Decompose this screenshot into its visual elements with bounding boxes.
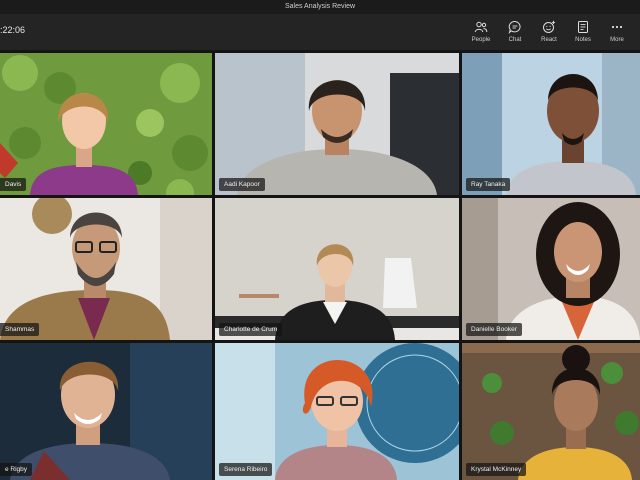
- participant-name: Shammas: [0, 323, 40, 336]
- more-label: More: [610, 37, 624, 43]
- react-icon: [543, 20, 556, 33]
- notes-label: Notes: [575, 37, 591, 43]
- chat-icon: [508, 20, 521, 34]
- video-tile[interactable]: Charlotte de Crum: [215, 198, 459, 340]
- more-icon: [611, 25, 623, 29]
- people-button[interactable]: People: [464, 18, 498, 48]
- people-icon: [474, 21, 488, 33]
- video-tile[interactable]: Aadi Kapoor: [215, 53, 459, 195]
- react-label: React: [541, 37, 557, 43]
- participant-name: e Rigby: [0, 463, 33, 476]
- video-tile[interactable]: Danielle Booker: [462, 198, 640, 340]
- participant-video: [215, 198, 459, 340]
- people-label: People: [471, 37, 491, 43]
- meeting-timer: :22:06: [0, 25, 26, 35]
- video-tile[interactable]: Krystal McKinney: [462, 343, 640, 480]
- video-tile[interactable]: Ray Tanaka: [462, 53, 640, 195]
- participant-video: [0, 343, 212, 480]
- notes-button[interactable]: Notes: [566, 18, 600, 48]
- participant-avatar: [215, 343, 459, 480]
- participant-video: [462, 198, 640, 340]
- window-title: Sales Analysis Review: [0, 0, 640, 14]
- participant-video: [0, 198, 212, 340]
- chat-button[interactable]: Chat: [498, 18, 532, 48]
- participant-name: Danielle Booker: [466, 323, 522, 336]
- meeting-toolbar: :22:06 People Chat React Notes More: [0, 14, 640, 50]
- participant-avatar: [0, 53, 212, 195]
- toolbar-actions: People Chat React Notes More: [464, 18, 634, 48]
- video-tile[interactable]: Shammas: [0, 198, 212, 340]
- participant-name: Charlotte de Crum: [219, 323, 283, 336]
- participant-name: Aadi Kapoor: [219, 178, 265, 191]
- participant-name: Krystal McKinney: [466, 463, 527, 476]
- participant-avatar: [462, 343, 640, 480]
- notes-icon: [578, 21, 588, 33]
- participant-video: [215, 53, 459, 195]
- video-tile[interactable]: Davis: [0, 53, 212, 195]
- video-tile[interactable]: e Rigby: [0, 343, 212, 480]
- participant-name: Davis: [0, 178, 27, 191]
- chat-label: Chat: [508, 37, 522, 43]
- video-grid: Davis Aadi Kapoor Ray Tanaka Shammas Cha…: [0, 53, 640, 480]
- participant-avatar: [462, 53, 640, 195]
- video-tile[interactable]: Serena Ribeiro: [215, 343, 459, 480]
- more-button[interactable]: More: [600, 18, 634, 48]
- participant-name: Ray Tanaka: [466, 178, 511, 191]
- react-button[interactable]: React: [532, 18, 566, 48]
- participant-name: Serena Ribeiro: [219, 463, 273, 476]
